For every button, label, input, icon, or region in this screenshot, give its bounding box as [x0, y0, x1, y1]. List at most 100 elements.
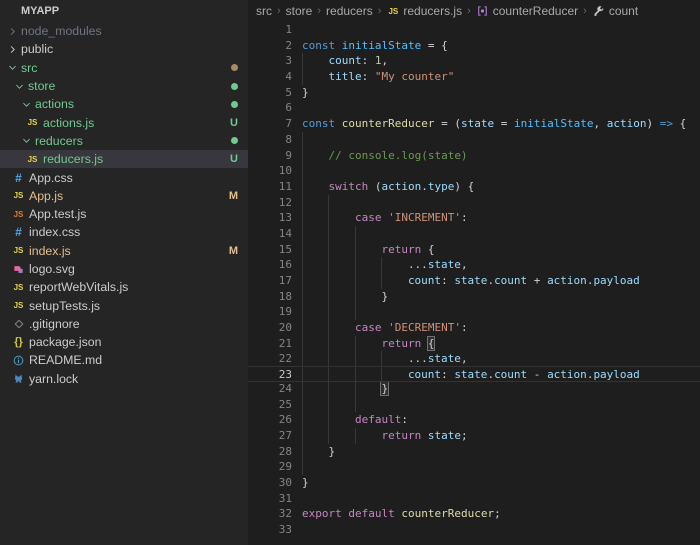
line-number[interactable]: 11	[248, 179, 292, 195]
tree-item-app-css[interactable]: # App.css	[0, 168, 248, 186]
tree-item-actions-js[interactable]: JS actions.js U	[0, 113, 248, 131]
line-number[interactable]: 26	[248, 412, 292, 428]
tree-item-index-js[interactable]: JS index.js M	[0, 242, 248, 260]
line-number[interactable]: 18	[248, 289, 292, 305]
line-number[interactable]: 5	[248, 85, 292, 101]
breadcrumb-item-reducers-js[interactable]: JS reducers.js	[386, 4, 462, 18]
tree-item-logo-svg[interactable]: logo.svg	[0, 260, 248, 278]
code-line-33[interactable]: 33	[248, 522, 700, 538]
line-number[interactable]: 19	[248, 304, 292, 320]
code-line-5[interactable]: 5}	[248, 85, 700, 101]
line-number[interactable]: 14	[248, 226, 292, 242]
code-line-7[interactable]: 7 const counterReducer = (state = initial…	[248, 116, 700, 132]
tree-item-actions[interactable]: actions	[0, 95, 248, 113]
code-line-13[interactable]: 13 case 'INCREMENT':	[248, 210, 700, 226]
line-number[interactable]: 16	[248, 257, 292, 273]
code-line-12[interactable]: 12	[248, 194, 700, 211]
code-line-14[interactable]: 14	[248, 225, 700, 242]
explorer-section-header[interactable]: MYAPP	[0, 0, 248, 22]
code-line-4[interactable]: 4 title: "My counter"	[248, 69, 700, 85]
code-line-2[interactable]: 2 const initialState = {	[248, 38, 700, 54]
line-number[interactable]: 21	[248, 336, 292, 352]
code-line-32[interactable]: 32 export default counterReducer;	[248, 506, 700, 522]
line-content	[302, 304, 381, 321]
line-number[interactable]: 25	[248, 397, 292, 413]
code-token: export	[302, 507, 342, 521]
code-line-30[interactable]: 30}	[248, 475, 700, 491]
line-number[interactable]: 15	[248, 242, 292, 258]
line-number[interactable]: 30	[248, 475, 292, 491]
line-number[interactable]: 20	[248, 320, 292, 336]
code-line-21[interactable]: 21 return {	[248, 335, 700, 352]
code-line-26[interactable]: 26 default:	[248, 412, 700, 428]
line-number[interactable]: 29	[248, 459, 292, 475]
tree-item-reducers[interactable]: reducers	[0, 132, 248, 150]
code-editor[interactable]: 1 2 const initialState = {3 count: 1, 4 title…	[248, 22, 700, 545]
breadcrumb-item-count[interactable]: count	[592, 4, 638, 18]
code-line-8[interactable]: 8	[248, 131, 700, 148]
line-number[interactable]: 1	[248, 22, 292, 38]
tree-item-index-css[interactable]: # index.css	[0, 223, 248, 241]
tree-item-store[interactable]: store	[0, 77, 248, 95]
code-line-9[interactable]: 9 // console.log(state)	[248, 147, 700, 164]
line-number[interactable]: 28	[248, 444, 292, 460]
tree-item-setuptests-js[interactable]: JS setupTests.js	[0, 296, 248, 314]
tree-item--gitignore[interactable]: .gitignore	[0, 315, 248, 333]
tree-item-reducers-js[interactable]: JS reducers.js U	[0, 150, 248, 169]
code-line-16[interactable]: 16 ...state,	[248, 257, 700, 274]
code-line-17[interactable]: 17 count: state.count + action.payload	[248, 273, 700, 289]
tree-item-readme-md[interactable]: README.md	[0, 351, 248, 369]
tree-item-reportwebvitals-js[interactable]: JS reportWebVitals.js	[0, 278, 248, 296]
line-number[interactable]: 3	[248, 53, 292, 69]
git-status-dot-badge	[231, 100, 238, 108]
code-line-1[interactable]: 1	[248, 22, 700, 38]
tree-item-package-json[interactable]: {} package.json	[0, 333, 248, 351]
line-number[interactable]: 33	[248, 522, 292, 538]
line-number[interactable]: 24	[248, 381, 292, 397]
breadcrumb-item-src[interactable]: src	[256, 4, 272, 18]
code-line-27[interactable]: 27 return state;	[248, 427, 700, 444]
code-line-20[interactable]: 20 case 'DECREMENT':	[248, 320, 700, 336]
tree-item-public[interactable]: public	[0, 40, 248, 58]
code-line-18[interactable]: 18}	[248, 288, 700, 305]
line-number[interactable]: 27	[248, 428, 292, 444]
breadcrumb-item-reducers[interactable]: reducers	[326, 4, 373, 18]
line-number[interactable]: 8	[248, 132, 292, 148]
line-number[interactable]: 4	[248, 69, 292, 85]
code-line-23[interactable]: 23 count: state.count - action.payload	[248, 366, 700, 383]
line-number[interactable]: 32	[248, 506, 292, 522]
code-token: case	[354, 211, 382, 225]
line-number[interactable]: 6	[248, 100, 292, 116]
line-number[interactable]: 22	[248, 351, 292, 367]
line-number[interactable]: 17	[248, 273, 292, 289]
tree-item-app-js[interactable]: JS App.js M	[0, 187, 248, 205]
tree-item-app-test-js[interactable]: JS App.test.js	[0, 205, 248, 223]
code-line-6[interactable]: 6	[248, 100, 700, 116]
line-content: }	[302, 443, 335, 460]
breadcrumb-item-store[interactable]: store	[286, 4, 313, 18]
line-number[interactable]: 31	[248, 491, 292, 507]
code-line-11[interactable]: 11 switch (action.type) {	[248, 178, 700, 195]
code-line-28[interactable]: 28}	[248, 443, 700, 460]
code-line-25[interactable]: 25	[248, 396, 700, 413]
code-line-31[interactable]: 31	[248, 491, 700, 507]
code-line-10[interactable]: 10	[248, 163, 700, 179]
line-number[interactable]: 23	[248, 367, 292, 381]
code-line-29[interactable]: 29	[248, 459, 700, 475]
code-line-3[interactable]: 3 count: 1,	[248, 53, 700, 70]
line-number[interactable]: 13	[248, 210, 292, 226]
tree-item-yarn-lock[interactable]: yarn.lock	[0, 370, 248, 388]
line-number[interactable]: 10	[248, 163, 292, 179]
line-number[interactable]: 2	[248, 38, 292, 54]
tree-item-src[interactable]: src	[0, 59, 248, 77]
breadcrumb-item-counterreducer[interactable]: counterReducer	[476, 4, 578, 18]
line-number[interactable]: 12	[248, 195, 292, 211]
code-line-22[interactable]: 22 ...state,	[248, 351, 700, 368]
line-number[interactable]: 9	[248, 148, 292, 164]
code-token: ,	[593, 117, 607, 131]
code-line-15[interactable]: 15 return {	[248, 241, 700, 258]
line-number[interactable]: 7	[248, 116, 292, 132]
code-line-19[interactable]: 19	[248, 304, 700, 321]
tree-item-node-modules[interactable]: node_modules	[0, 22, 248, 40]
code-line-24[interactable]: 24}	[248, 380, 700, 397]
